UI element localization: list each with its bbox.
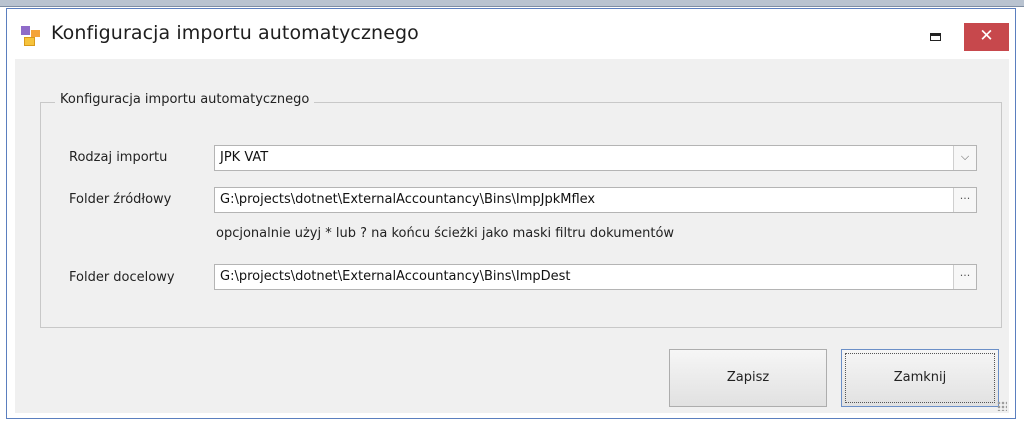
import-type-value: JPK VAT [220, 150, 269, 165]
target-folder-value: G:\projects\dotnet\ExternalAccountancy\B… [220, 269, 571, 284]
resize-grip[interactable] [997, 401, 1007, 411]
source-folder-input[interactable]: G:\projects\dotnet\ExternalAccountancy\B… [214, 187, 977, 213]
browse-source-button[interactable]: ··· [953, 188, 976, 212]
group-title: Konfiguracja importu automatycznego [55, 92, 315, 107]
settings-group [40, 102, 1002, 328]
dialog-window: Konfiguracja importu automatycznego ✕ Ko… [6, 8, 1016, 419]
source-folder-value: G:\projects\dotnet\ExternalAccountancy\B… [220, 192, 596, 207]
app-icon [21, 26, 41, 46]
chevron-down-icon[interactable]: ⌵ [953, 146, 976, 170]
maximize-icon [930, 33, 941, 41]
maximize-button[interactable] [921, 27, 951, 49]
browse-target-button[interactable]: ··· [953, 265, 976, 289]
background-window-strip [0, 0, 1024, 7]
dialog-content: Konfiguracja importu automatycznego Rodz… [15, 59, 1009, 413]
close-button[interactable]: Zamknij [841, 349, 999, 407]
focus-rectangle [845, 353, 995, 403]
target-folder-label: Folder docelowy [69, 270, 175, 285]
source-folder-label: Folder źródłowy [69, 192, 172, 207]
mask-hint-text: opcjonalnie użyj * lub ? na końcu ścieżk… [216, 226, 675, 241]
title-bar[interactable]: Konfiguracja importu automatycznego ✕ [7, 9, 1015, 59]
import-type-label: Rodzaj importu [69, 150, 168, 165]
close-icon: ✕ [979, 26, 994, 46]
save-button[interactable]: Zapisz [669, 349, 827, 407]
import-type-select[interactable]: JPK VAT ⌵ [214, 145, 977, 171]
window-title: Konfiguracja importu automatycznego [51, 22, 419, 44]
close-window-button[interactable]: ✕ [964, 23, 1009, 51]
target-folder-input[interactable]: G:\projects\dotnet\ExternalAccountancy\B… [214, 264, 977, 290]
